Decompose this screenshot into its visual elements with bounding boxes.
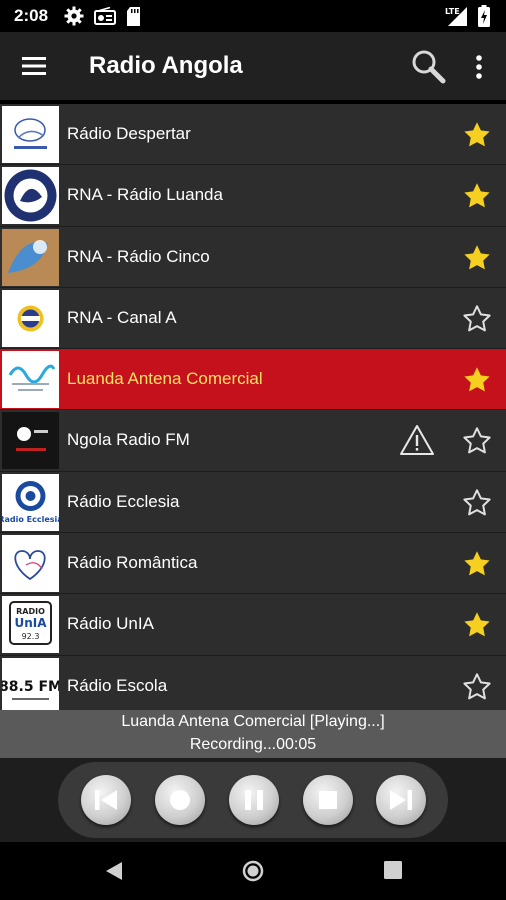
skip-previous-icon — [95, 790, 117, 810]
svg-text:88.5 FM: 88.5 FM — [2, 679, 59, 695]
app-title: Radio Angola — [89, 52, 243, 79]
home-icon[interactable] — [241, 859, 265, 883]
recents-icon[interactable] — [383, 860, 403, 880]
lac-logo — [2, 351, 59, 409]
favorite-star-filled-icon[interactable] — [462, 120, 492, 150]
battery-icon — [478, 5, 490, 27]
station-name: RNA - Rádio Cinco — [67, 246, 210, 266]
favorite-star-outline-icon[interactable] — [462, 304, 492, 334]
now-playing-title: Luanda Antena Comercial [Playing...] — [121, 713, 385, 730]
pause-icon — [245, 790, 263, 810]
sd-card-icon — [127, 6, 140, 26]
favorite-star-filled-icon[interactable] — [462, 243, 492, 273]
station-row[interactable]: 88.5 FM Rádio Escola — [0, 655, 506, 710]
settings-gear-icon — [64, 6, 84, 26]
favorite-star-filled-icon[interactable] — [462, 365, 492, 395]
back-icon[interactable] — [103, 860, 125, 882]
favorite-star-filled-icon[interactable] — [462, 610, 492, 640]
station-list[interactable]: Rádio Despertar RNA - Rádio Luanda RNA -… — [0, 104, 506, 710]
svg-text:RADIO: RADIO — [16, 607, 45, 616]
previous-button[interactable] — [81, 775, 131, 825]
signal-lte-icon: LTE — [445, 7, 467, 26]
player-controls — [0, 758, 506, 842]
station-row[interactable]: RNA - Rádio Luanda — [0, 165, 506, 227]
svg-text:UnIA: UnIA — [14, 616, 47, 630]
station-row[interactable]: Rádio Despertar — [0, 104, 506, 166]
hamburger-menu-icon[interactable] — [20, 52, 50, 80]
radio-cinco-logo — [2, 228, 59, 286]
radio-icon — [94, 7, 116, 25]
status-time: 2:08 — [14, 6, 49, 25]
favorite-star-outline-icon[interactable] — [462, 488, 492, 518]
despertar-logo — [2, 106, 59, 163]
recording-status: Recording...00:05 — [189, 736, 317, 753]
station-row[interactable]: Rádio Romântica — [0, 533, 506, 595]
station-name: Ngola Radio FM — [67, 430, 190, 450]
ecclesia-logo: Radio Ecclesia — [2, 473, 59, 531]
stop-button[interactable] — [303, 775, 353, 825]
svg-text:92.3: 92.3 — [22, 632, 40, 641]
search-icon[interactable] — [410, 48, 446, 84]
canal-a-logo — [2, 289, 59, 347]
favorite-star-outline-icon[interactable] — [462, 672, 492, 702]
skip-next-icon — [390, 790, 412, 810]
now-playing-panel: Luanda Antena Comercial [Playing...] Rec… — [0, 710, 506, 758]
station-name: RNA - Rádio Luanda — [67, 185, 223, 205]
app-bar: Radio Angola — [0, 32, 506, 100]
station-row[interactable]: Ngola Radio FM — [0, 410, 506, 472]
station-row[interactable]: RNA - Canal A — [0, 287, 506, 350]
unia-logo: RADIO UnIA 92.3 — [2, 596, 59, 654]
station-name: Luanda Antena Comercial — [67, 369, 263, 389]
station-row[interactable]: RNA - Rádio Cinco — [0, 226, 506, 288]
next-button[interactable] — [376, 775, 426, 825]
favorite-star-filled-icon[interactable] — [462, 549, 492, 579]
escola-logo: 88.5 FM — [2, 657, 59, 710]
station-row[interactable]: Radio Ecclesia Rádio Ecclesia — [0, 471, 506, 534]
romantica-logo — [2, 535, 59, 593]
warning-triangle-icon[interactable] — [399, 424, 435, 456]
favorite-star-filled-icon[interactable] — [462, 181, 492, 211]
favorite-star-outline-icon[interactable] — [462, 426, 492, 456]
station-name: Rádio Ecclesia — [67, 491, 180, 511]
station-name: Rádio Despertar — [67, 124, 191, 143]
more-options-icon[interactable] — [468, 50, 490, 84]
record-button[interactable] — [155, 775, 205, 825]
pause-button[interactable] — [229, 775, 279, 825]
svg-text:LTE: LTE — [445, 7, 460, 16]
station-name: Rádio UnIA — [67, 614, 154, 634]
station-row[interactable]: RADIO UnIA 92.3 Rádio UnIA — [0, 594, 506, 656]
stop-icon — [319, 791, 337, 809]
station-row-active[interactable]: Luanda Antena Comercial — [0, 349, 506, 411]
station-name: RNA - Canal A — [67, 307, 177, 327]
system-nav-bar — [0, 842, 506, 900]
svg-text:Radio Ecclesia: Radio Ecclesia — [2, 515, 59, 524]
radio-luanda-logo — [2, 167, 59, 225]
station-name: Rádio Escola — [67, 675, 168, 695]
station-name: Rádio Romântica — [67, 553, 198, 573]
record-icon — [170, 790, 190, 810]
status-bar: 2:08 LTE — [0, 0, 506, 32]
ngola-logo — [2, 412, 59, 470]
